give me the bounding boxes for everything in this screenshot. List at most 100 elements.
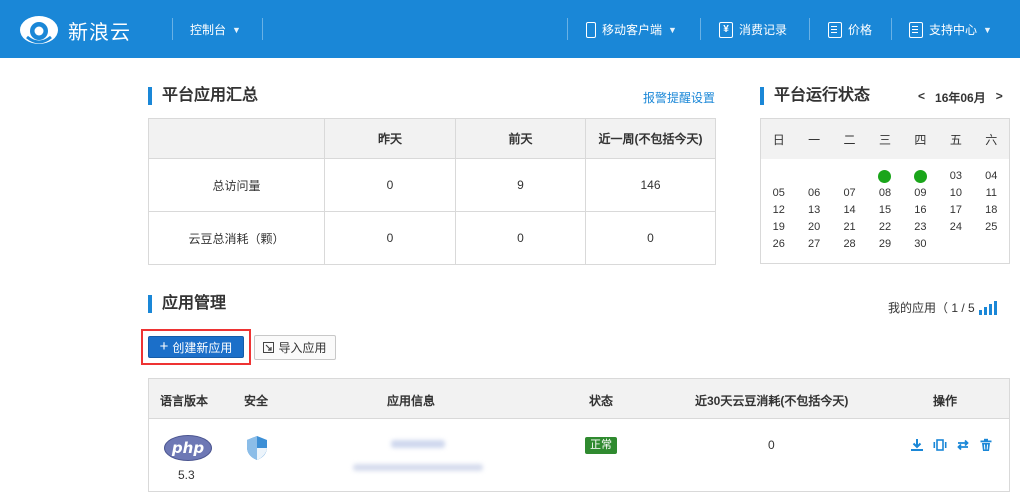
app-url-blurred[interactable]	[353, 464, 483, 471]
apps-title: 应用管理	[148, 295, 226, 313]
summary-table: 昨天 前天 近一周(不包括今天) 总访问量 0 9 146 云豆总消耗（颗） 0…	[148, 118, 716, 265]
console-label: 控制台	[190, 23, 227, 37]
calendar-day[interactable]: 23	[903, 220, 938, 234]
calendar-day[interactable]: 22	[867, 220, 902, 234]
calendar-day[interactable]: 08	[867, 186, 902, 200]
calendar-day[interactable]: 06	[796, 186, 831, 200]
calendar-day[interactable]: 12	[761, 203, 796, 217]
table-row: 云豆总消耗（颗） 0 0 0	[148, 211, 716, 265]
status-dot[interactable]	[867, 169, 902, 183]
weekday-label: 日	[772, 132, 785, 147]
table-row: 总访问量 0 9 146	[148, 158, 716, 212]
summary-header-yesterday: 昨天	[324, 118, 456, 159]
calendar-day	[832, 169, 867, 183]
weekday-label: 六	[985, 132, 998, 147]
divider	[567, 18, 568, 40]
calendar-day[interactable]: 11	[974, 186, 1009, 200]
calendar-day[interactable]: 17	[938, 203, 973, 217]
calendar-day[interactable]: 19	[761, 220, 796, 234]
mobile-client-menu[interactable]: 移动客户端 ▼	[586, 21, 677, 38]
calendar-day[interactable]: 25	[974, 220, 1009, 234]
calendar-day[interactable]: 20	[796, 220, 831, 234]
console-menu[interactable]: 控制台 ▼	[190, 21, 241, 38]
calendar-day[interactable]: 26	[761, 237, 796, 251]
status-badge: 正常	[585, 437, 617, 454]
create-app-label: 创建新应用	[172, 340, 233, 355]
instances-icon[interactable]	[933, 438, 947, 452]
php-logo-icon: php	[164, 435, 212, 461]
phone-icon	[586, 21, 596, 38]
import-app-button[interactable]: 导入应用	[254, 335, 336, 360]
cell-value: 0	[324, 211, 456, 265]
calendar-day[interactable]: 28	[832, 237, 867, 251]
calendar-day[interactable]: 30	[903, 237, 938, 251]
next-month-button[interactable]: >	[996, 89, 1003, 106]
calendar-day[interactable]: 03	[938, 169, 973, 183]
create-app-button[interactable]: + 创建新应用	[148, 336, 244, 358]
chevron-down-icon: ▼	[232, 24, 241, 35]
weekday-label: 一	[808, 132, 821, 147]
my-apps-label: 我的应用（ 1 / 5	[888, 301, 975, 315]
download-icon[interactable]	[910, 438, 924, 452]
support-label: 支持中心	[929, 23, 978, 37]
support-doc-icon	[909, 21, 923, 38]
divider	[700, 18, 701, 40]
summary-title: 平台应用汇总	[148, 87, 258, 105]
cell-value: 0	[324, 158, 456, 212]
status-ok-dot	[913, 169, 927, 183]
consumption-value: 0	[768, 438, 775, 452]
brand-name[interactable]: 新浪云	[68, 16, 131, 45]
cell-value: 0	[455, 211, 586, 265]
support-menu[interactable]: 支持中心 ▼	[909, 21, 992, 38]
trash-icon[interactable]	[979, 438, 993, 452]
cell-value: 9	[455, 158, 586, 212]
calendar-day[interactable]: 29	[867, 237, 902, 251]
prev-month-button[interactable]: <	[918, 89, 925, 106]
calendar-day[interactable]: 16	[903, 203, 938, 217]
weekday-label: 三	[878, 132, 891, 147]
create-button-highlight: + 创建新应用	[141, 329, 251, 365]
status-dot[interactable]	[903, 169, 938, 183]
table-row: php 5.3 正常 0	[148, 378, 1010, 492]
status-ok-dot	[878, 169, 892, 183]
calendar-day[interactable]: 15	[867, 203, 902, 217]
calendar-day	[974, 237, 1009, 251]
calendar-day[interactable]: 24	[938, 220, 973, 234]
calendar-day[interactable]: 18	[974, 203, 1009, 217]
price-label: 价格	[848, 23, 873, 37]
calendar-day[interactable]: 27	[796, 237, 831, 251]
price-link[interactable]: 价格	[828, 21, 872, 38]
calendar-day[interactable]: 10	[938, 186, 973, 200]
calendar-day[interactable]: 04	[974, 169, 1009, 183]
calendar-day[interactable]: 05	[761, 186, 796, 200]
shield-icon[interactable]	[246, 435, 268, 461]
calendar-day	[761, 169, 796, 183]
chevron-down-icon: ▼	[983, 24, 992, 35]
calendar-day[interactable]: 13	[796, 203, 831, 217]
mobile-client-label: 移动客户端	[602, 23, 663, 37]
sina-cloud-logo-icon[interactable]	[18, 12, 60, 46]
weekday-label: 四	[914, 132, 927, 147]
my-apps-count[interactable]: 我的应用（ 1 / 5	[888, 299, 997, 316]
billing-link[interactable]: ¥ 消费记录	[719, 21, 787, 38]
import-icon	[263, 342, 275, 353]
action-icons	[910, 438, 993, 452]
row-label: 总访问量	[148, 158, 325, 212]
summary-header-empty	[148, 118, 325, 159]
cell-value: 0	[585, 211, 716, 265]
weekday-label: 二	[843, 132, 856, 147]
calendar-day[interactable]: 14	[832, 203, 867, 217]
calendar-day	[796, 169, 831, 183]
sync-icon[interactable]	[956, 438, 970, 452]
calendar-day[interactable]: 21	[832, 220, 867, 234]
current-month: 16年06月	[935, 91, 986, 105]
calendar-day[interactable]: 09	[903, 186, 938, 200]
alert-settings-link[interactable]: 报警提醒设置	[643, 89, 715, 106]
app-name-blurred[interactable]	[391, 440, 445, 448]
import-app-label: 导入应用	[278, 341, 327, 355]
calendar-nav: < 16年06月 >	[918, 89, 1003, 106]
chart-icon	[978, 300, 997, 315]
divider	[809, 18, 810, 40]
status-title: 平台运行状态	[760, 87, 870, 105]
calendar-day[interactable]: 07	[832, 186, 867, 200]
